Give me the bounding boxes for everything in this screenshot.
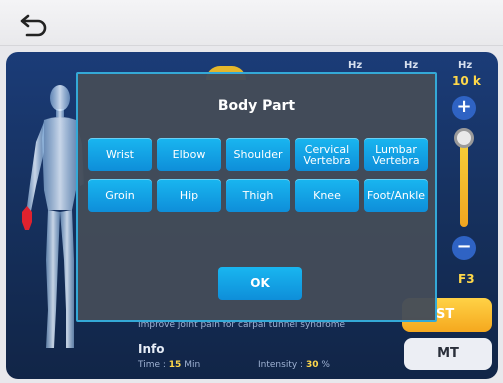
time-unit: Min xyxy=(184,360,201,370)
body-part-foot-ankle-button[interactable]: Foot/Ankle xyxy=(364,179,428,212)
frequency-slider-knob[interactable] xyxy=(454,128,474,148)
frequency-hz-label-1: Hz xyxy=(348,60,363,71)
body-part-label: Groin xyxy=(105,189,135,202)
body-part-label: Cervical Vertebra xyxy=(303,142,351,167)
frequency-value: 10 k xyxy=(452,74,481,88)
intensity-label: Intensity : xyxy=(258,360,304,370)
top-bar xyxy=(0,0,503,46)
frequency-level-label: F3 xyxy=(458,272,475,286)
body-part-elbow-button[interactable]: Elbow xyxy=(157,138,221,171)
body-part-shoulder-button[interactable]: Shoulder xyxy=(226,138,290,171)
body-part-label: Thigh xyxy=(242,189,274,202)
body-part-label: Hip xyxy=(179,189,199,202)
body-part-knee-button[interactable]: Knee xyxy=(295,179,359,212)
body-part-label: Lumbar Vertebra xyxy=(372,142,420,167)
intensity-value: 30 xyxy=(305,360,319,370)
body-part-label: Shoulder xyxy=(233,148,283,161)
wrist-highlight-icon xyxy=(22,206,32,230)
time-label: Time : xyxy=(138,360,166,370)
body-part-lumbar-vertebra-button[interactable]: Lumbar Vertebra xyxy=(364,138,428,171)
ok-button[interactable]: OK xyxy=(218,267,302,300)
frequency-hz-label-2: Hz xyxy=(404,60,419,71)
body-part-wrist-button[interactable]: Wrist xyxy=(88,138,152,171)
body-part-hip-button[interactable]: Hip xyxy=(157,179,221,212)
frequency-slider-track[interactable] xyxy=(460,135,468,227)
frequency-hz-label-3: Hz xyxy=(458,60,473,71)
back-arrow-icon[interactable] xyxy=(18,10,52,38)
human-body-figure xyxy=(14,80,84,360)
body-part-thigh-button[interactable]: Thigh xyxy=(226,179,290,212)
time-value: 15 xyxy=(168,360,182,370)
body-part-cervical-vertebra-button[interactable]: Cervical Vertebra xyxy=(295,138,359,171)
body-part-label: Wrist xyxy=(105,148,134,161)
info-title: Info xyxy=(138,342,165,356)
body-part-label: Knee xyxy=(313,189,341,202)
mt-button[interactable]: MT xyxy=(404,338,492,370)
info-time: Time : 15 Min xyxy=(138,360,200,370)
dialog-title: Body Part xyxy=(217,98,296,114)
body-part-label: Elbow xyxy=(172,148,206,161)
intensity-unit: % xyxy=(321,360,330,370)
frequency-plus-button[interactable]: + xyxy=(452,96,476,120)
body-part-groin-button[interactable]: Groin xyxy=(88,179,152,212)
info-intensity: Intensity : 30 % xyxy=(258,360,330,370)
body-part-label: Foot/Ankle xyxy=(366,189,426,202)
body-part-dialog: Body Part Wrist Elbow Shoulder Cervical … xyxy=(76,72,437,322)
frequency-minus-button[interactable]: − xyxy=(452,236,476,260)
